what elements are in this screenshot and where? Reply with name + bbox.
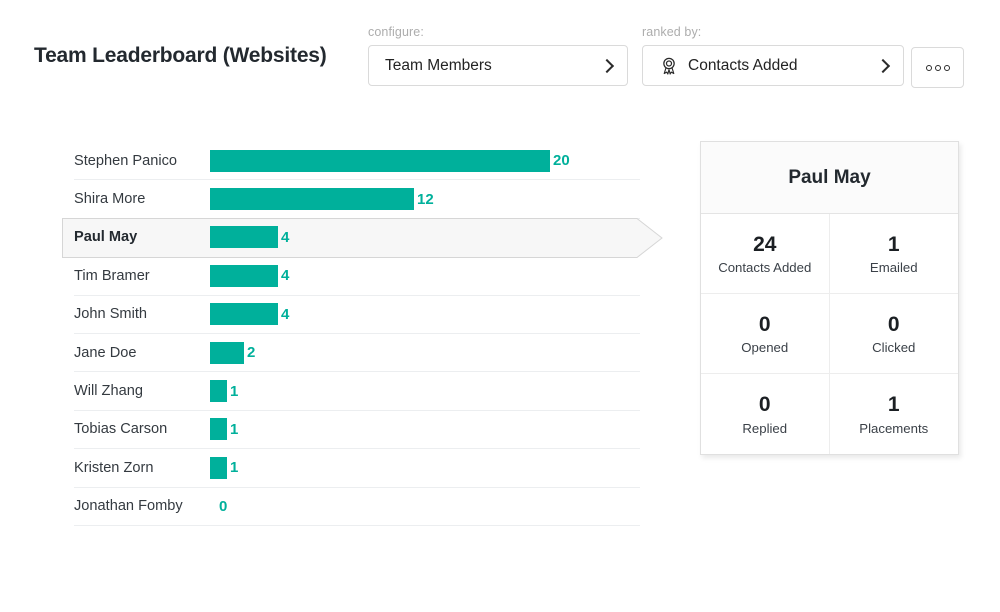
chevron-right-icon — [876, 59, 890, 73]
stat-cell: 1 Placements — [830, 374, 959, 454]
leaderboard-row-value: 1 — [230, 383, 238, 400]
stats-card-header: Paul May — [701, 142, 958, 214]
page-header: Team Leaderboard (Websites) configure: T… — [0, 0, 1000, 110]
leaderboard-row-bar — [210, 188, 414, 210]
member-stats-card: Paul May 24 Contacts Added 1 Emailed 0 Opened… — [700, 141, 959, 455]
leaderboard-row[interactable]: Tim Bramer 4 — [74, 257, 640, 295]
leaderboard-row-bar — [210, 303, 278, 325]
leaderboard-row-name: Tim Bramer — [74, 268, 210, 284]
leaderboard-row-bar-wrapper: 1 — [210, 411, 640, 448]
leaderboard-row-value: 12 — [417, 191, 434, 208]
stat-value: 1 — [888, 232, 900, 258]
leaderboard-row-bar-wrapper: 4 — [210, 219, 640, 256]
stat-value: 1 — [888, 392, 900, 418]
leaderboard-row-name: Jane Doe — [74, 345, 210, 361]
leaderboard-row[interactable]: Will Zhang 1 — [74, 372, 640, 410]
ranked-by-label: ranked by: — [642, 25, 904, 39]
leaderboard-page: Team Leaderboard (Websites) configure: T… — [0, 0, 1000, 612]
ranked-by-control-group: ranked by: Contacts Added — [642, 25, 904, 86]
leaderboard-row-name: John Smith — [74, 306, 210, 322]
ranked-by-dropdown[interactable]: Contacts Added — [642, 45, 904, 86]
leaderboard-row-name: Tobias Carson — [74, 421, 210, 437]
leaderboard-row-value: 1 — [230, 421, 238, 438]
configure-selected-value: Team Members — [385, 57, 592, 75]
leaderboard-row[interactable]: John Smith 4 — [74, 296, 640, 334]
stat-value: 0 — [888, 312, 900, 338]
leaderboard-row-value: 1 — [230, 459, 238, 476]
ellipsis-icon — [935, 65, 941, 71]
stat-label: Clicked — [872, 340, 915, 355]
stat-label: Opened — [741, 340, 788, 355]
configure-control-group: configure: Team Members — [368, 25, 628, 86]
configure-dropdown[interactable]: Team Members — [368, 45, 628, 86]
stat-value: 24 — [753, 232, 776, 258]
ranked-by-selected-value: Contacts Added — [688, 57, 868, 75]
stat-cell: 1 Emailed — [830, 214, 959, 294]
stat-value: 0 — [759, 392, 771, 418]
leaderboard-row-name: Paul May — [74, 229, 210, 245]
ellipsis-icon — [926, 65, 932, 71]
leaderboard-row-bar-wrapper: 1 — [210, 372, 640, 409]
leaderboard-row-bar-wrapper: 1 — [210, 449, 640, 486]
leaderboard-row-bar — [210, 380, 227, 402]
stat-label: Replied — [742, 421, 787, 436]
leaderboard-row-bar-wrapper: 2 — [210, 334, 640, 371]
leaderboard-row[interactable]: Tobias Carson 1 — [74, 411, 640, 449]
stat-cell: 0 Replied — [701, 374, 830, 454]
leaderboard-row-name: Kristen Zorn — [74, 460, 210, 476]
leaderboard-row-name: Jonathan Fomby — [74, 498, 210, 514]
leaderboard-bar-chart: Stephen Panico20Shira More12Paul May4Tim… — [74, 142, 640, 526]
leaderboard-row-value: 4 — [281, 229, 289, 246]
stats-grid: 24Contacts Added1Emailed0Opened0Clicked0… — [701, 214, 958, 454]
leaderboard-row-bar-wrapper: 0 — [210, 488, 640, 525]
leaderboard-row-bar — [210, 226, 278, 248]
more-options-button[interactable] — [911, 47, 964, 88]
stat-cell: 24 Contacts Added — [701, 214, 830, 294]
page-title: Team Leaderboard (Websites) — [34, 44, 327, 68]
leaderboard-row[interactable]: Jonathan Fomby 0 — [74, 488, 640, 526]
configure-label: configure: — [368, 25, 628, 39]
leaderboard-row-bar-wrapper: 4 — [210, 257, 640, 294]
chevron-right-icon — [600, 59, 614, 73]
leaderboard-row-value: 0 — [219, 498, 227, 515]
stat-label: Emailed — [870, 260, 918, 275]
ellipsis-icon — [944, 65, 950, 71]
leaderboard-row[interactable]: Shira More 12 — [74, 180, 640, 218]
leaderboard-row-bar — [210, 342, 244, 364]
leaderboard-row-value: 2 — [247, 344, 255, 361]
leaderboard-row-name: Will Zhang — [74, 383, 210, 399]
leaderboard-row-bar — [210, 265, 278, 287]
leaderboard-row-bar — [210, 457, 227, 479]
leaderboard-row-bar — [210, 418, 227, 440]
leaderboard-row[interactable]: Stephen Panico 20 — [74, 142, 640, 180]
stat-value: 0 — [759, 312, 771, 338]
leaderboard-row[interactable]: Jane Doe 2 — [74, 334, 640, 372]
leaderboard-row-value: 20 — [553, 152, 570, 169]
leaderboard-row-name: Stephen Panico — [74, 153, 210, 169]
stat-label: Contacts Added — [718, 260, 811, 275]
stat-cell: 0 Clicked — [830, 294, 959, 374]
leaderboard-row-bar-wrapper: 20 — [210, 142, 640, 179]
leaderboard-row-bar-wrapper: 4 — [210, 296, 640, 333]
leaderboard-row-bar — [210, 150, 550, 172]
leaderboard-row-value: 4 — [281, 306, 289, 323]
stat-cell: 0 Opened — [701, 294, 830, 374]
award-badge-icon — [659, 56, 679, 76]
leaderboard-row[interactable]: Paul May 4 — [74, 219, 640, 257]
leaderboard-row[interactable]: Kristen Zorn 1 — [74, 449, 640, 487]
leaderboard-row-name: Shira More — [74, 191, 210, 207]
stats-card-member-name: Paul May — [788, 167, 870, 189]
stat-label: Placements — [859, 421, 928, 436]
leaderboard-row-bar-wrapper: 12 — [210, 180, 640, 217]
leaderboard-row-value: 4 — [281, 267, 289, 284]
